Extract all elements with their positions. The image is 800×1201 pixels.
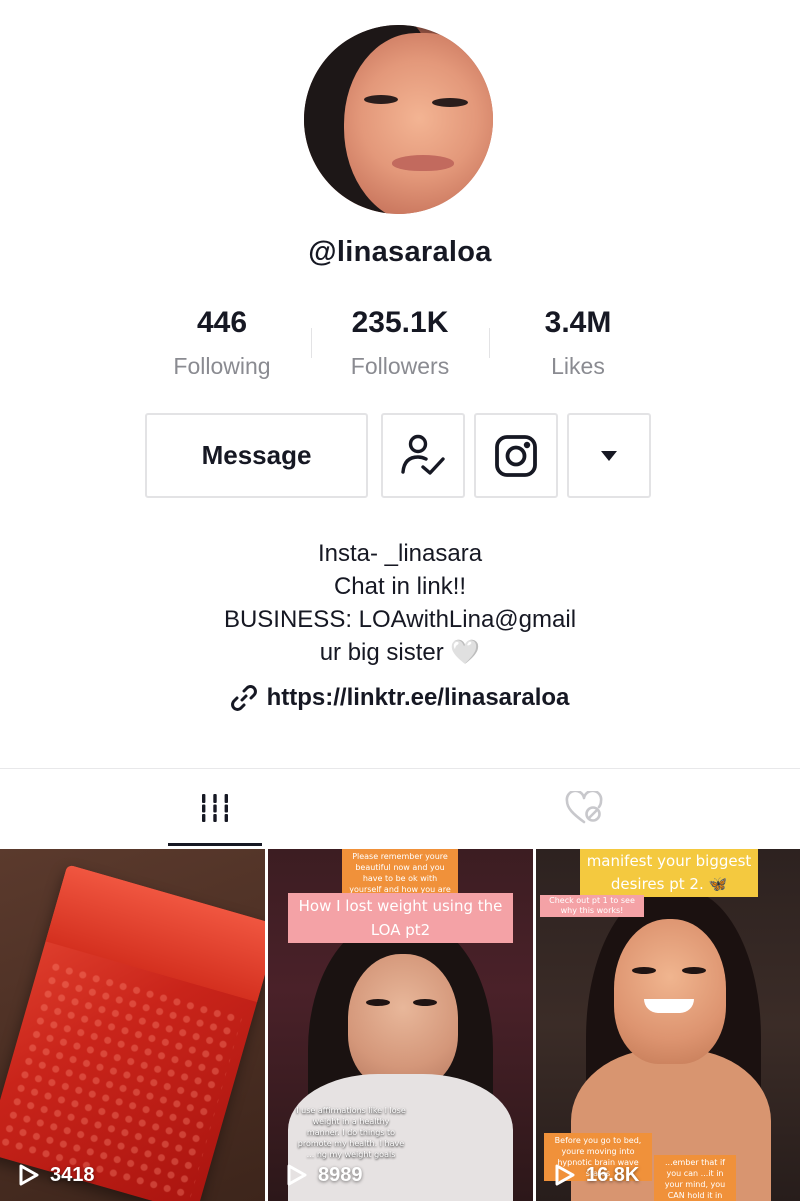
avatar-eye-left bbox=[364, 95, 398, 104]
video-caption: ...ember that if you can ...it in your m… bbox=[654, 1155, 736, 1201]
caret-down-icon bbox=[601, 450, 617, 461]
thumbnail-eye bbox=[632, 967, 656, 974]
message-button[interactable]: Message bbox=[145, 413, 368, 498]
link-icon bbox=[230, 685, 257, 711]
thumbnail-smile bbox=[644, 999, 694, 1013]
video-caption-title: manifest your biggest desires pt 2. 🦋 bbox=[580, 849, 758, 897]
bio-line: ur big sister 🤍 bbox=[319, 639, 481, 666]
video-caption: Check out pt 1 to see why this works! bbox=[540, 895, 644, 917]
play-count: 3418 bbox=[18, 1163, 95, 1187]
thumbnail-eye bbox=[413, 999, 437, 1006]
stat-following-value: 446 bbox=[196, 306, 248, 339]
thumbnail-eye bbox=[682, 967, 706, 974]
stat-followers[interactable]: 235.1K Followers bbox=[311, 306, 489, 380]
instagram-icon bbox=[495, 434, 537, 477]
video-thumbnail-1[interactable]: 3418 bbox=[0, 849, 265, 1201]
play-count: 8989 bbox=[286, 1163, 363, 1187]
video-thumbnail-3[interactable]: manifest your biggest desires pt 2. 🦋 Ch… bbox=[536, 849, 800, 1201]
profile-avatar[interactable] bbox=[304, 25, 493, 214]
thumbnail-person-face bbox=[614, 919, 726, 1064]
stat-following[interactable]: 446 Following bbox=[133, 306, 311, 380]
instagram-button[interactable] bbox=[474, 413, 558, 498]
thumbnail-image-mailer bbox=[0, 864, 265, 1201]
tab-liked[interactable] bbox=[538, 770, 632, 846]
stat-likes-value: 3.4M bbox=[544, 306, 612, 339]
video-caption-title: How I lost weight using the LOA pt2 bbox=[288, 893, 513, 943]
avatar-face bbox=[344, 33, 493, 214]
thumbnail-eye bbox=[366, 999, 390, 1006]
play-count: 16.8K bbox=[554, 1163, 639, 1187]
play-count-value: 16.8K bbox=[586, 1163, 640, 1186]
tabs-divider bbox=[0, 768, 800, 769]
video-grid: 3418 Please remember youre beautiful now… bbox=[0, 849, 800, 1201]
active-tab-indicator bbox=[168, 843, 262, 846]
grid-icon bbox=[202, 794, 228, 822]
thumbnail-person-face bbox=[348, 954, 458, 1089]
heart-lock-icon bbox=[565, 791, 603, 824]
stat-followers-label: Followers bbox=[350, 353, 450, 379]
bio-line: BUSINESS: LOAwithLina@gmail bbox=[223, 606, 577, 633]
stat-likes-label: Likes bbox=[551, 353, 605, 379]
bio-line: Insta- _linasara bbox=[317, 540, 483, 567]
video-thumbnail-2[interactable]: Please remember youre beautiful now and … bbox=[268, 849, 533, 1201]
video-caption: I use affirmations like I lose weight in… bbox=[296, 1106, 406, 1159]
avatar-eye-right bbox=[432, 98, 468, 107]
play-icon bbox=[555, 1164, 575, 1186]
tab-videos[interactable] bbox=[168, 770, 262, 846]
profile-bio: Insta- _linasara Chat in link!! BUSINESS… bbox=[0, 537, 800, 669]
stat-followers-value: 235.1K bbox=[351, 306, 449, 339]
play-count-value: 3418 bbox=[50, 1163, 95, 1186]
more-options-button[interactable] bbox=[567, 413, 651, 498]
bio-line: Chat in link!! bbox=[333, 573, 467, 600]
profile-link-text[interactable]: https://linktr.ee/linasaraloa bbox=[267, 684, 570, 712]
play-count-value: 8989 bbox=[318, 1163, 363, 1186]
profile-link[interactable]: https://linktr.ee/linasaraloa bbox=[0, 684, 800, 712]
play-icon bbox=[287, 1164, 307, 1186]
user-check-icon bbox=[401, 434, 445, 475]
following-status-button[interactable] bbox=[381, 413, 465, 498]
stat-following-label: Following bbox=[173, 353, 271, 379]
play-icon bbox=[19, 1164, 39, 1186]
avatar-lips bbox=[392, 155, 454, 171]
stat-likes[interactable]: 3.4M Likes bbox=[489, 306, 667, 380]
profile-username: @linasaraloa bbox=[308, 236, 492, 268]
